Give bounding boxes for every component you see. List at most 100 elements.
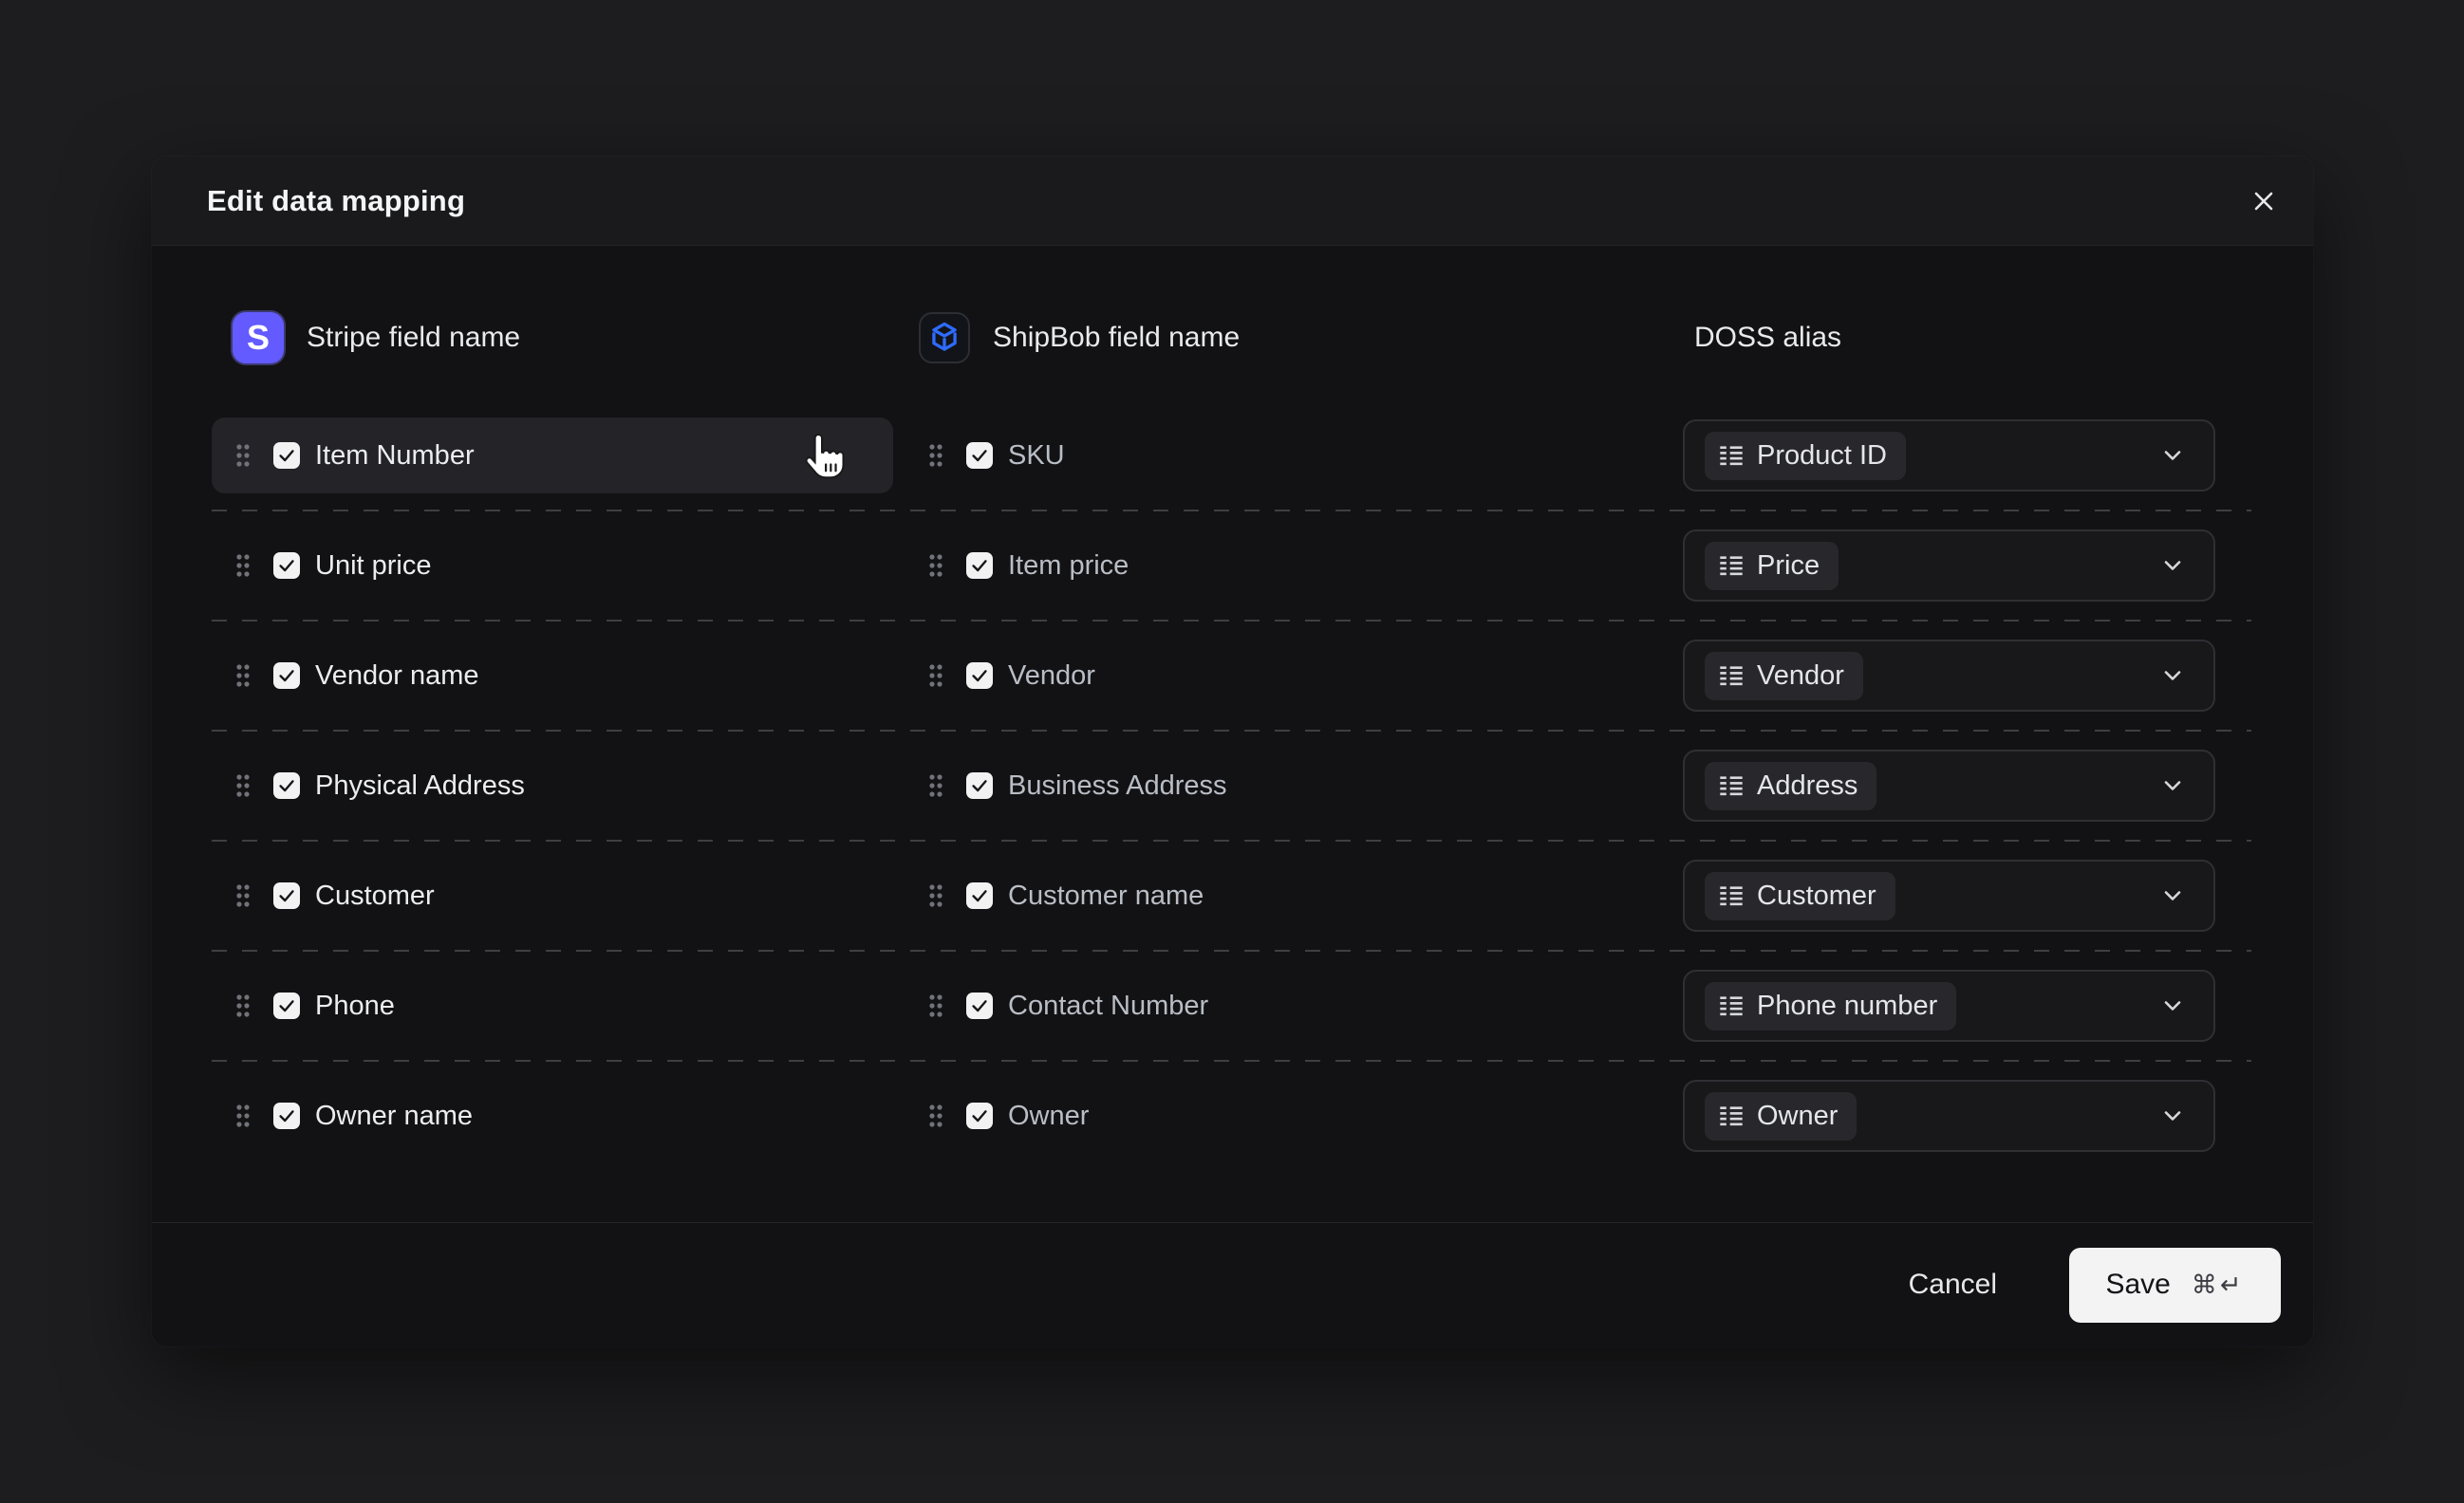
shipbob-field-cell[interactable]: Business Address (905, 748, 1569, 824)
drag-handle-icon[interactable] (928, 443, 943, 468)
chevron-down-icon (2158, 441, 2187, 470)
shipbob-field-checkbox[interactable] (966, 772, 993, 799)
shipbob-field-label: Owner (1008, 1101, 1089, 1132)
row-divider (152, 493, 2313, 528)
alias-select[interactable]: Owner (1683, 1080, 2215, 1152)
column-header-shipbob: ShipBob field name (919, 312, 1240, 363)
chevron-down-icon (2158, 881, 2187, 910)
stripe-field-checkbox[interactable] (273, 993, 300, 1019)
shipbob-field-label: Vendor (1008, 660, 1095, 692)
stripe-field-checkbox[interactable] (273, 662, 300, 689)
drag-handle-icon[interactable] (235, 553, 251, 578)
alias-value: Address (1757, 770, 1857, 802)
drag-handle-icon[interactable] (235, 663, 251, 688)
save-button[interactable]: Save ⌘↵ (2069, 1248, 2281, 1323)
column-label: DOSS alias (1694, 322, 1841, 354)
modal-header: Edit data mapping (152, 157, 2313, 246)
drag-handle-icon[interactable] (235, 443, 251, 468)
row-divider (152, 714, 2313, 748)
shipbob-field-cell[interactable]: Item price (905, 528, 1569, 603)
column-header-stripe: S Stripe field name (233, 312, 520, 363)
stripe-field-cell[interactable]: Phone (212, 968, 893, 1044)
shipbob-field-checkbox[interactable] (966, 993, 993, 1019)
chevron-down-icon (2158, 661, 2187, 690)
alias-select[interactable]: Product ID (1683, 419, 2215, 492)
drag-handle-icon[interactable] (928, 1104, 943, 1128)
drag-handle-icon[interactable] (235, 883, 251, 908)
table-icon (1719, 883, 1744, 908)
row-divider (152, 824, 2313, 858)
stripe-field-checkbox[interactable] (273, 772, 300, 799)
shipbob-field-checkbox[interactable] (966, 882, 993, 909)
stripe-field-checkbox[interactable] (273, 552, 300, 579)
drag-handle-icon[interactable] (235, 773, 251, 798)
stripe-field-cell[interactable]: Owner name (212, 1078, 893, 1154)
shipbob-field-label: SKU (1008, 440, 1065, 472)
alias-select[interactable]: Address (1683, 750, 2215, 822)
alias-select[interactable]: Price (1683, 529, 2215, 602)
stripe-field-checkbox[interactable] (273, 1103, 300, 1129)
shipbob-field-checkbox[interactable] (966, 552, 993, 579)
shipbob-logo-icon (919, 312, 970, 363)
stripe-field-cell[interactable]: Physical Address (212, 748, 893, 824)
modal-footer: Cancel Save ⌘↵ (152, 1222, 2313, 1346)
column-label: Stripe field name (307, 322, 520, 354)
drag-handle-icon[interactable] (235, 1104, 251, 1128)
stripe-field-cell[interactable]: Vendor name (212, 638, 893, 714)
alias-chip: Phone number (1705, 982, 1956, 1030)
alias-select[interactable]: Vendor (1683, 640, 2215, 712)
shipbob-field-cell[interactable]: Vendor (905, 638, 1569, 714)
alias-cell: Owner (1683, 1078, 2215, 1154)
mapping-row: Phone Contact Number Phone number (152, 968, 2313, 1044)
stripe-field-cell[interactable]: Unit price (212, 528, 893, 603)
drag-handle-icon[interactable] (928, 993, 943, 1018)
shipbob-field-cell[interactable]: Owner (905, 1078, 1569, 1154)
shipbob-field-checkbox[interactable] (966, 662, 993, 689)
stripe-field-label: Item Number (315, 440, 475, 472)
shipbob-field-checkbox[interactable] (966, 442, 993, 469)
shipbob-field-cell[interactable]: SKU (905, 418, 1569, 493)
close-icon (2249, 187, 2278, 215)
stripe-field-label: Vendor name (315, 660, 479, 692)
column-headers: S Stripe field name ShipBob field name D… (152, 246, 2313, 418)
stripe-field-checkbox[interactable] (273, 442, 300, 469)
cancel-button[interactable]: Cancel (1909, 1269, 1997, 1301)
stripe-badge-letter: S (247, 318, 270, 358)
alias-select[interactable]: Customer (1683, 860, 2215, 932)
row-divider (152, 603, 2313, 638)
column-header-doss-alias: DOSS alias (1694, 322, 1841, 354)
shipbob-field-label: Item price (1008, 550, 1129, 582)
row-divider (152, 934, 2313, 968)
alias-value: Owner (1757, 1101, 1838, 1132)
mapping-row: Vendor name Vendor Vendor (152, 638, 2313, 714)
alias-select[interactable]: Phone number (1683, 970, 2215, 1042)
shipbob-field-cell[interactable]: Contact Number (905, 968, 1569, 1044)
alias-cell: Vendor (1683, 638, 2215, 714)
shipbob-field-label: Contact Number (1008, 991, 1208, 1022)
alias-chip: Product ID (1705, 432, 1906, 480)
chevron-down-icon (2158, 1102, 2187, 1130)
edit-data-mapping-modal: Edit data mapping S Stripe field name (152, 157, 2313, 1346)
close-button[interactable] (2241, 178, 2287, 224)
modal-body: S Stripe field name ShipBob field name D… (152, 246, 2313, 1222)
drag-handle-icon[interactable] (928, 663, 943, 688)
stripe-field-label: Owner name (315, 1101, 473, 1132)
stripe-field-cell[interactable]: Customer (212, 858, 893, 934)
chevron-down-icon (2158, 771, 2187, 800)
drag-handle-icon[interactable] (928, 553, 943, 578)
stripe-field-checkbox[interactable] (273, 882, 300, 909)
alias-chip: Customer (1705, 872, 1895, 920)
stripe-field-cell[interactable]: Item Number (212, 418, 893, 493)
shipbob-field-cell[interactable]: Customer name (905, 858, 1569, 934)
stripe-logo-icon: S (233, 312, 284, 363)
mapping-row: Unit price Item price Price (152, 528, 2313, 603)
shipbob-field-checkbox[interactable] (966, 1103, 993, 1129)
alias-chip: Owner (1705, 1092, 1857, 1141)
stripe-field-label: Customer (315, 881, 435, 912)
drag-handle-icon[interactable] (928, 773, 943, 798)
stripe-field-label: Phone (315, 991, 395, 1022)
mapping-row: Item Number SKU Product ID (152, 418, 2313, 493)
drag-handle-icon[interactable] (928, 883, 943, 908)
drag-handle-icon[interactable] (235, 993, 251, 1018)
alias-value: Phone number (1757, 991, 1937, 1022)
